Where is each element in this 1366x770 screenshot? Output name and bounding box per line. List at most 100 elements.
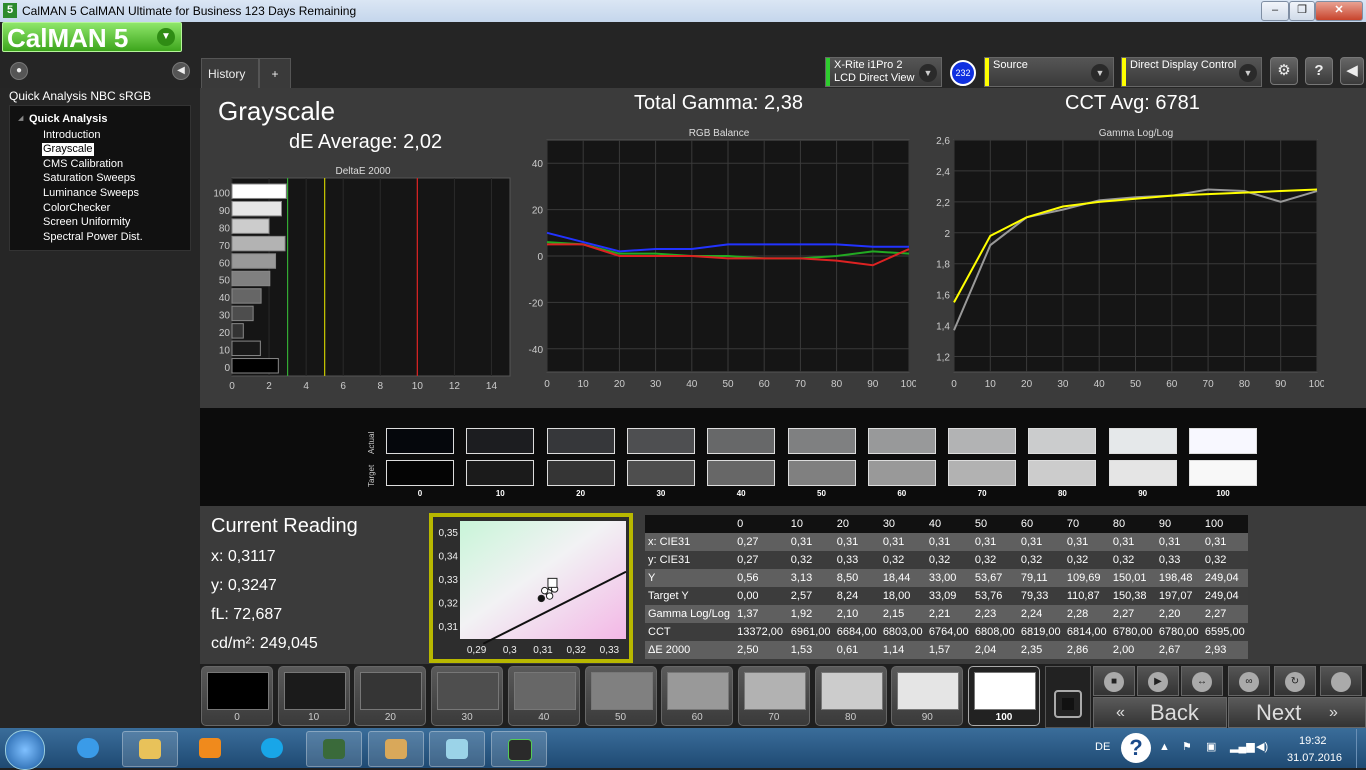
table-cell: 109,69 [1063, 569, 1110, 587]
home-circle-button[interactable]: ● [10, 62, 28, 80]
maximize-button[interactable]: ❐ [1289, 1, 1315, 21]
help-icon[interactable]: ? [1121, 733, 1151, 763]
table-cell: 53,67 [971, 569, 1018, 587]
clock-date[interactable]: 31.07.2016 [1287, 752, 1342, 764]
remote-desktop-icon[interactable] [306, 731, 362, 767]
measure-label: 90 [921, 712, 933, 723]
table-cell: 2,15 [879, 605, 926, 623]
signal-icon[interactable]: ▂▄▆ [1230, 740, 1255, 753]
help-button[interactable]: ? [1305, 57, 1333, 85]
close-button[interactable]: ✕ [1315, 1, 1363, 21]
x-tick-label: 10 [578, 379, 590, 390]
table-cell: 6961,00 [787, 623, 834, 641]
clock-time[interactable]: 19:32 [1299, 735, 1327, 747]
table-cell: 2,20 [1155, 605, 1202, 623]
table-header-cell: 0 [734, 515, 788, 533]
sidebar-item-saturation-sweeps[interactable]: Saturation Sweeps [42, 172, 136, 185]
measure-button-80[interactable]: 80 [814, 666, 887, 726]
file-explorer-icon[interactable] [122, 731, 178, 767]
x-tick-label: 100 [1309, 379, 1324, 390]
target-swatch [787, 460, 856, 486]
measure-button-0[interactable]: 0 [201, 666, 273, 726]
stop-button[interactable]: ■ [1093, 666, 1135, 696]
sidebar-item-cms-calibration[interactable]: CMS Calibration [42, 158, 124, 171]
next-button[interactable]: Next » [1228, 697, 1366, 728]
meter-selector[interactable]: X-Rite i1Pro 2 LCD Direct View ▼ [825, 57, 942, 87]
collapse-sidebar-icon[interactable]: ◀ [172, 62, 190, 80]
language-indicator[interactable]: DE [1095, 741, 1110, 753]
measure-button-100[interactable]: 100 [968, 666, 1040, 726]
measure-button-20[interactable]: 20 [354, 666, 427, 726]
sidebar-item-introduction[interactable]: Introduction [42, 129, 101, 142]
sidebar-item-luminance-sweeps[interactable]: Luminance Sweeps [42, 187, 140, 200]
calman-icon[interactable] [491, 731, 547, 767]
show-desktop-button[interactable] [1356, 729, 1366, 768]
add-tab-button[interactable]: + [259, 58, 291, 88]
collapse-triangle-icon[interactable]: ◢ [18, 114, 23, 122]
sidebar-item-grayscale[interactable]: Grayscale [42, 143, 94, 156]
option-button[interactable] [1320, 666, 1362, 696]
measure-button-30[interactable]: 30 [431, 666, 504, 726]
actual-swatch [1108, 428, 1177, 454]
collapse-right-button[interactable]: ◀ [1340, 57, 1364, 85]
display-control-selector[interactable]: Direct Display Control ▼ [1121, 57, 1262, 87]
table-cell: 0,32 [1017, 551, 1064, 569]
target-point [547, 577, 558, 588]
start-button[interactable] [5, 730, 45, 770]
bar [231, 183, 287, 199]
workflow-title: Quick Analysis NBC sRGB [9, 89, 152, 103]
table-cell: 197,07 [1155, 587, 1202, 605]
measure-button-10[interactable]: 10 [277, 666, 350, 726]
measure-button-70[interactable]: 70 [737, 666, 810, 726]
measurement-point [537, 594, 546, 603]
source-selector[interactable]: Source ▼ [984, 57, 1114, 87]
gamma-chart: Gamma Log/Log 2,6 2,4 2,2 2 1,8 1,6 1,4 1,2 0 10 2… [936, 128, 1324, 390]
table-cell: 18,00 [879, 587, 926, 605]
bar [231, 253, 277, 269]
notepad-icon[interactable] [429, 731, 485, 767]
measure-button-60[interactable]: 60 [661, 666, 734, 726]
x-tick-label: 6 [340, 381, 346, 392]
media-player-icon[interactable] [183, 731, 239, 767]
record-button[interactable] [1045, 666, 1091, 728]
swatch-label: 10 [495, 489, 505, 498]
infinity-icon: ∞ [1239, 672, 1259, 692]
skype-icon[interactable] [245, 731, 301, 767]
play-button[interactable]: ▶ [1137, 666, 1179, 696]
fit-button[interactable]: ↔ [1181, 666, 1223, 696]
table-cell: 0,32 [971, 551, 1018, 569]
show-hidden-icons-icon[interactable]: ▲ [1159, 741, 1170, 753]
refresh-button[interactable]: ↻ [1274, 666, 1316, 696]
volume-icon[interactable]: ◀) [1256, 740, 1268, 753]
swatch-label: 40 [736, 489, 746, 498]
tree-root[interactable]: Quick Analysis [29, 113, 107, 125]
table-cell: 2,21 [925, 605, 972, 623]
y-tick-label: 1,6 [936, 291, 950, 302]
swatch-label: 80 [1057, 489, 1067, 498]
minimize-button[interactable]: ‒ [1261, 1, 1289, 21]
paint-icon[interactable] [368, 731, 424, 767]
measure-button-40[interactable]: 40 [507, 666, 580, 726]
sidebar-item-colorchecker[interactable]: ColorChecker [42, 202, 111, 215]
page-title: Grayscale [218, 96, 336, 126]
internet-explorer-icon[interactable] [61, 731, 117, 767]
settings-button[interactable]: ⚙ [1270, 57, 1298, 85]
target-swatch [546, 460, 615, 486]
y-tick-label: 60 [219, 258, 231, 269]
x-tick-label: 10 [412, 381, 424, 392]
measure-button-50[interactable]: 50 [584, 666, 657, 726]
measure-button-90[interactable]: 90 [891, 666, 964, 726]
chevron-left-icon: ◀ [1346, 62, 1358, 79]
device-icon[interactable]: ▣ [1206, 740, 1216, 753]
sidebar-item-spectral-power[interactable]: Spectral Power Dist. [42, 231, 144, 244]
table-cell: 6819,00 [1017, 623, 1064, 641]
tab-history-1[interactable]: History 1 [201, 58, 259, 111]
calman-logo-menu[interactable]: CalMAN 5 ▼ [2, 22, 182, 53]
x-tick-label: 100 [901, 379, 916, 390]
loop-button[interactable]: ∞ [1228, 666, 1270, 696]
table-header-cell: 50 [971, 515, 1018, 533]
back-button[interactable]: « Back [1093, 697, 1227, 728]
flag-icon[interactable]: ⚑ [1182, 740, 1192, 753]
sidebar-item-screen-uniformity[interactable]: Screen Uniformity [42, 216, 131, 229]
meter-badge[interactable]: 232 [950, 60, 976, 86]
